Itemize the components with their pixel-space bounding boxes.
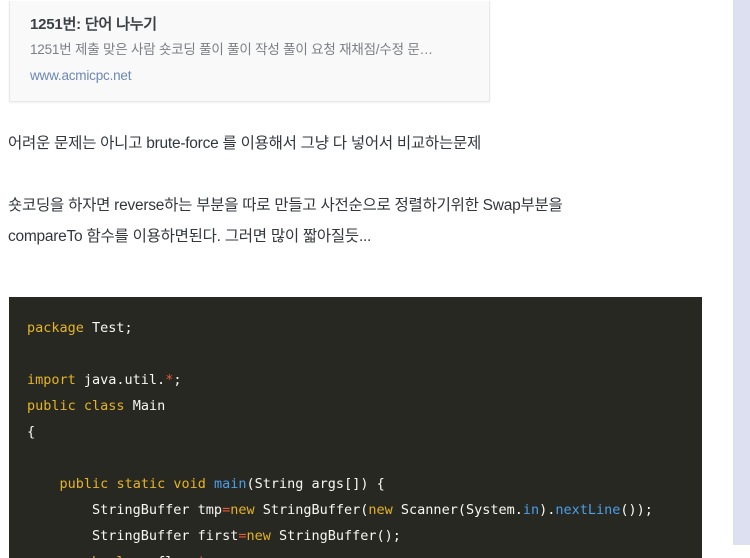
- code-token: boolean: [92, 554, 149, 558]
- code-line: boolean flag=true;: [27, 549, 702, 558]
- code-token: true: [198, 554, 231, 558]
- page-scrollbar[interactable]: [733, 0, 750, 545]
- code-token: =: [222, 502, 231, 518]
- link-card-url[interactable]: www.acmicpc.net: [30, 66, 469, 85]
- code-token: void: [173, 476, 206, 492]
- paragraph-intro: 어려운 문제는 아니고 brute-force 를 이용해서 그냥 다 넣어서 …: [8, 135, 481, 152]
- code-token: import: [27, 372, 76, 388]
- code-token: (String args[]) {: [246, 476, 385, 492]
- code-token: main: [214, 476, 247, 492]
- code-token: ).: [539, 502, 556, 518]
- paragraph-approach-line-1: 숏코딩을 하자면 reverse하는 부분을 따로 만들고 사전순으로 정렬하기…: [8, 197, 563, 214]
- code-token: class: [83, 398, 125, 414]
- code-token: public: [59, 476, 109, 492]
- code-token: new: [230, 502, 255, 518]
- code-token: =: [190, 554, 198, 558]
- code-line: {: [27, 419, 702, 445]
- code-token: package: [27, 320, 84, 336]
- code-line: package Test;: [27, 315, 702, 341]
- code-line: StringBuffer first=new StringBuffer();: [27, 523, 702, 549]
- code-token: ());: [620, 502, 653, 518]
- code-token: flag: [149, 554, 190, 558]
- code-block[interactable]: package Test; import java.util.*; public …: [9, 297, 702, 558]
- link-card-description: 1251번 제출 맞은 사람 숏코딩 풀이 풀이 작성 풀이 요청 재채점/수정…: [30, 42, 433, 57]
- code-token: new: [368, 502, 393, 518]
- code-token: Test;: [83, 320, 133, 336]
- code-token: static: [116, 476, 166, 492]
- code-token: new: [246, 528, 271, 544]
- code-token: StringBuffer tmp: [27, 502, 223, 518]
- code-token: StringBuffer(: [254, 502, 369, 518]
- link-preview-card[interactable]: 1251번: 단어 나누기 1251번 제출 맞은 사람 숏코딩 풀이 풀이 작…: [9, 1, 490, 102]
- code-token: ;: [173, 372, 182, 388]
- code-token: java.util.: [75, 372, 166, 388]
- code-token: StringBuffer first: [27, 528, 239, 544]
- code-line: public class Main: [27, 393, 702, 419]
- paragraph-approach-line-2: compareTo 함수를 이용하면된다. 그러면 많이 짧아질듯...: [8, 228, 372, 245]
- code-token: {: [27, 424, 36, 440]
- code-line: public static void main(String args[]) {: [27, 471, 702, 497]
- code-token: ;: [230, 554, 238, 558]
- code-token: Main: [124, 398, 166, 414]
- code-line: StringBuffer tmp=new StringBuffer(new Sc…: [27, 497, 702, 523]
- code-token: in: [522, 502, 540, 518]
- code-line: import java.util.*;: [27, 367, 702, 393]
- link-card-title: 1251번: 단어 나누기: [30, 16, 157, 33]
- code-token: public: [27, 398, 76, 414]
- code-token: Scanner(System.: [392, 502, 523, 518]
- code-token: nextLine: [555, 502, 621, 518]
- article-prose: 어려운 문제는 아니고 brute-force 를 이용해서 그냥 다 넣어서 …: [8, 128, 708, 252]
- code-token: StringBuffer();: [270, 528, 401, 544]
- article-content: 1251번: 단어 나누기 1251번 제출 맞은 사람 숏코딩 풀이 풀이 작…: [0, 0, 733, 558]
